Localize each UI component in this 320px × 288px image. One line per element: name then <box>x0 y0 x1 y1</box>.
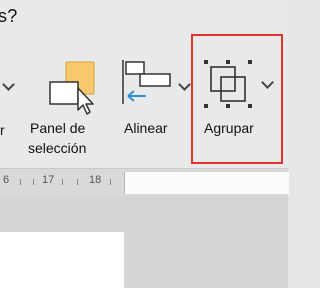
ruler-number: 18 <box>89 174 102 186</box>
ruler-tick <box>110 179 111 185</box>
selection-pane-label-line2: selección <box>28 140 87 156</box>
ruler-margin-area <box>124 172 289 194</box>
align-icon <box>122 60 171 104</box>
group-highlight-frame <box>191 34 283 164</box>
align-chevron-icon[interactable] <box>178 78 191 91</box>
align-button[interactable]: Alinear <box>120 58 192 138</box>
document-page[interactable] <box>0 232 124 288</box>
ruler-tick <box>33 179 34 185</box>
ruler-number: 6 <box>3 174 10 186</box>
ruler-number: 17 <box>42 174 55 186</box>
ruler-tick <box>77 179 78 185</box>
selection-pane-button[interactable]: Panel de selección <box>28 58 110 158</box>
selection-pane-label-line1: Panel de <box>30 120 86 136</box>
align-label: Alinear <box>124 120 168 136</box>
ruler-tick <box>62 179 63 185</box>
horizontal-ruler[interactable]: 6 17 18 <box>0 168 289 197</box>
left-tool-label[interactable]: r <box>0 120 5 140</box>
selection-pane-icon <box>49 61 95 115</box>
ruler-tick <box>20 179 21 185</box>
dialog-title-partial: s? <box>0 6 18 26</box>
